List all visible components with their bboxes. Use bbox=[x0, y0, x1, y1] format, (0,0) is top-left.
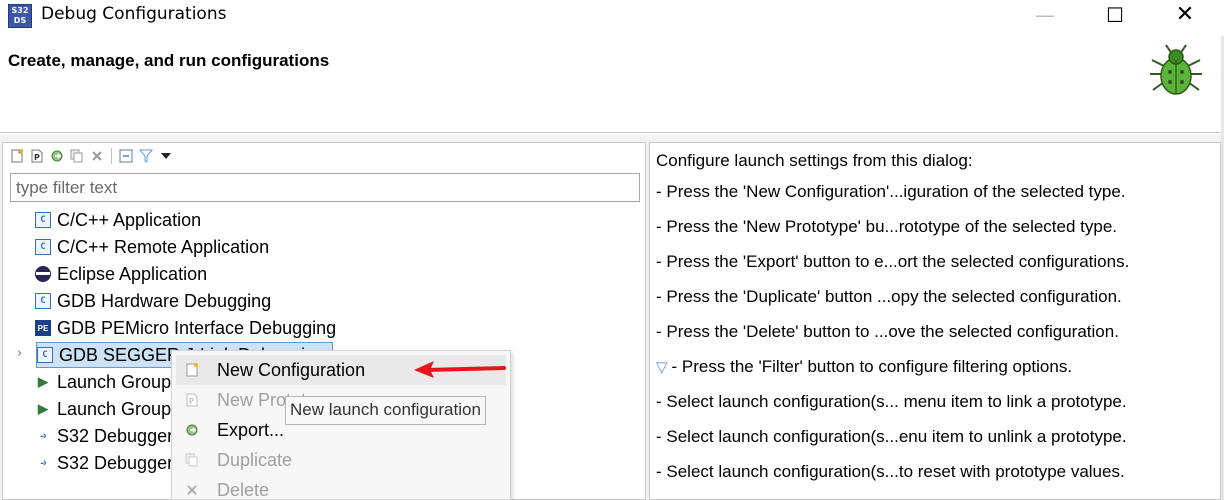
c-app-icon: C bbox=[35, 239, 51, 255]
help-line: - Press the 'Duplicate' button ...opy th… bbox=[656, 287, 1122, 306]
c-app-icon: C bbox=[37, 347, 53, 363]
filter-icon: ▽ bbox=[656, 359, 668, 376]
tree-toolbar: P bbox=[7, 146, 176, 166]
pemicro-icon: PE bbox=[35, 320, 51, 336]
tree-item-launch-group[interactable]: ▶ Launch Group bbox=[35, 369, 171, 395]
dialog-banner: Create, manage, and run configurations bbox=[0, 36, 1224, 133]
tree-item-gdb-hardware-debugging[interactable]: C GDB Hardware Debugging bbox=[35, 288, 271, 314]
tree-item-label: C/C++ Application bbox=[57, 209, 202, 230]
expand-arrow-icon[interactable]: › bbox=[17, 346, 22, 361]
new-configuration-icon bbox=[184, 362, 200, 378]
menu-item-label: Duplicate bbox=[217, 449, 293, 470]
tree-item-label: Eclipse Application bbox=[57, 263, 208, 284]
new-configuration-icon[interactable] bbox=[7, 147, 27, 165]
delete-icon bbox=[184, 482, 200, 498]
view-menu-icon[interactable] bbox=[156, 147, 176, 165]
duplicate-icon bbox=[184, 452, 200, 468]
s32-debugger-icon: -› bbox=[40, 430, 46, 442]
s32ds-app-icon: S32 DS bbox=[8, 4, 32, 28]
tree-item-launch-group[interactable]: ▶ Launch Group bbox=[35, 396, 171, 422]
help-line-filter: ▽ - Press the 'Filter' button to configur… bbox=[656, 357, 1072, 377]
banner-title: Create, manage, and run configurations bbox=[8, 51, 330, 70]
help-line: - Press the 'New Configuration'...igurat… bbox=[656, 182, 1126, 201]
tree-item-label: Launch Group bbox=[57, 398, 172, 419]
help-line: - Select launch configuration(s...to res… bbox=[656, 462, 1125, 481]
menu-item-delete[interactable]: Delete bbox=[176, 475, 506, 500]
tree-item-c-cpp-application[interactable]: C C/C++ Application bbox=[35, 207, 201, 233]
help-line: - Press the 'Delete' button to ...ove th… bbox=[656, 322, 1119, 341]
minimize-button[interactable]: — bbox=[1020, 0, 1070, 32]
delete-icon[interactable] bbox=[87, 147, 107, 165]
tree-item-gdb-pemicro-interface-debugging[interactable]: PE GDB PEMicro Interface Debugging bbox=[35, 315, 336, 341]
filter-icon[interactable] bbox=[136, 147, 156, 165]
annotation-arrow-icon bbox=[414, 361, 506, 378]
tree-item-c-cpp-remote-application[interactable]: C C/C++ Remote Application bbox=[35, 234, 269, 260]
collapse-all-icon[interactable] bbox=[116, 147, 136, 165]
export-icon bbox=[184, 422, 200, 438]
menu-item-label: Export... bbox=[217, 419, 285, 440]
maximize-button[interactable]: ☐ bbox=[1090, 0, 1140, 32]
launch-group-icon: ▶ bbox=[38, 374, 48, 389]
tree-item-label: S32 Debugger bbox=[57, 452, 174, 473]
help-panel: Configure launch settings from this dial… bbox=[649, 142, 1221, 500]
help-heading: Configure launch settings from this dial… bbox=[656, 151, 973, 170]
c-app-icon: C bbox=[35, 212, 51, 228]
launch-group-icon: ▶ bbox=[38, 401, 48, 416]
help-line: - Press the 'New Prototype' bu...rototyp… bbox=[656, 217, 1118, 236]
filter-input[interactable] bbox=[10, 173, 640, 202]
help-line: - Press the 'Filter' button to configure… bbox=[671, 357, 1073, 376]
help-line: - Press the 'Export' button to e...ort t… bbox=[656, 252, 1130, 271]
new-prototype-icon[interactable]: P bbox=[27, 147, 47, 165]
tree-item-label: S32 Debugger bbox=[57, 425, 174, 446]
tree-item-s32-debugger[interactable]: -› S32 Debugger bbox=[35, 423, 173, 449]
help-line: - Select launch configuration(s... menu … bbox=[656, 392, 1127, 411]
menu-item-label: Delete bbox=[217, 479, 270, 500]
tree-item-label: Launch Group bbox=[57, 371, 172, 392]
tree-item-label: GDB PEMicro Interface Debugging bbox=[57, 317, 337, 338]
menu-item-duplicate[interactable]: Duplicate bbox=[176, 445, 506, 475]
window-title: Debug Configurations bbox=[41, 4, 227, 24]
c-app-icon: C bbox=[35, 293, 51, 309]
tooltip: New launch configuration bbox=[285, 396, 486, 425]
tree-item-eclipse-application[interactable]: Eclipse Application bbox=[35, 261, 207, 287]
toolbar-separator bbox=[111, 148, 112, 164]
duplicate-icon[interactable] bbox=[67, 147, 87, 165]
menu-item-label: New Configuration bbox=[217, 359, 366, 380]
tree-item-label: C/C++ Remote Application bbox=[57, 236, 270, 257]
title-bar: S32 DS Debug Configurations — ☐ ✕ bbox=[0, 0, 1224, 32]
s32-debugger-icon: -› bbox=[40, 457, 46, 469]
close-button[interactable]: ✕ bbox=[1160, 0, 1210, 32]
svg-text:P: P bbox=[34, 153, 40, 162]
tree-item-label: GDB Hardware Debugging bbox=[57, 290, 272, 311]
export-icon[interactable] bbox=[47, 147, 67, 165]
tree-item-s32-debugger[interactable]: -› S32 Debugger bbox=[35, 450, 173, 476]
bug-icon bbox=[1150, 44, 1202, 95]
svg-text:P: P bbox=[189, 397, 194, 406]
new-prototype-icon: P bbox=[184, 392, 200, 408]
help-line: - Select launch configuration(s...enu it… bbox=[656, 427, 1127, 446]
eclipse-icon bbox=[35, 266, 51, 282]
